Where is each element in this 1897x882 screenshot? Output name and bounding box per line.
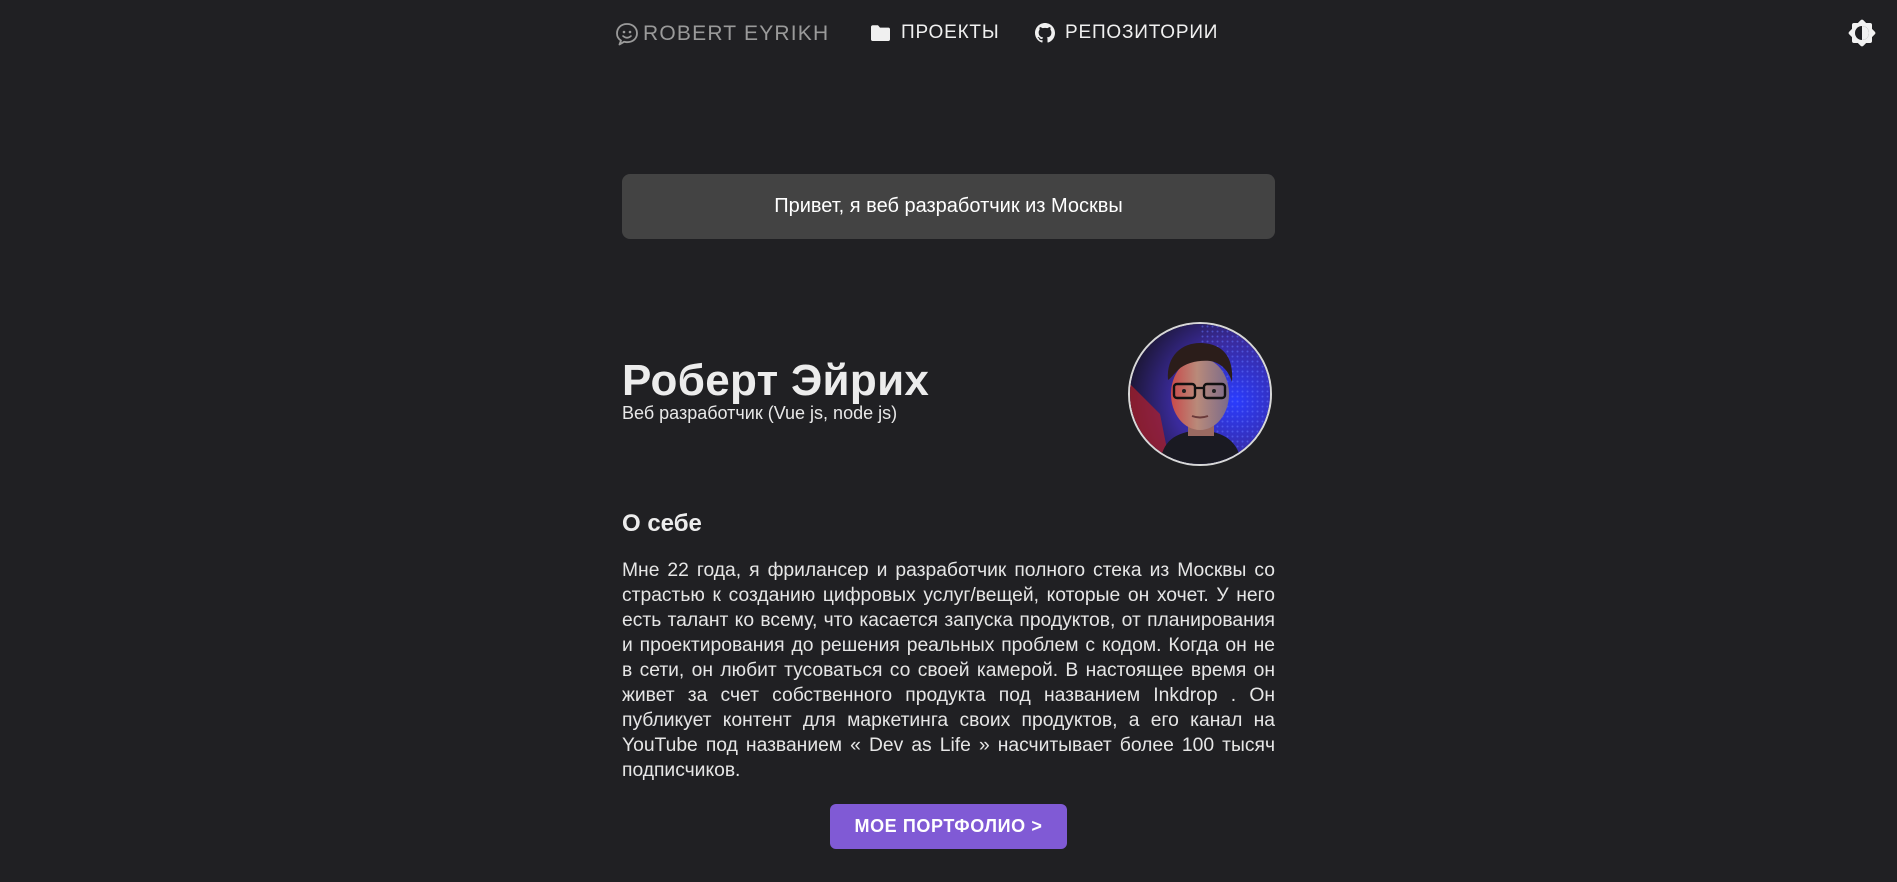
profile-name: Роберт Эйрих [622,356,930,405]
portfolio-button[interactable]: МОЕ ПОРТФОЛИО > [830,804,1067,849]
navbar: ROBERT EYRIKH ПРОЕКТЫ РЕПОЗИТОРИИ [0,0,1897,68]
about-title: О себе [622,510,702,537]
nav-link-label: ПРОЕКТЫ [901,22,1000,43]
brand-logo-link[interactable]: ROBERT EYRIKH [613,20,829,48]
smiley-chat-icon [616,23,638,46]
page: ROBERT EYRIKH ПРОЕКТЫ РЕПОЗИТОРИИ Привет… [0,0,1897,882]
about-text: Мне 22 года, я фрилансер и разработчик п… [622,560,1275,781]
brand-name: ROBERT EYRIKH [643,22,830,45]
folder-icon [871,25,890,41]
avatar [1128,322,1272,466]
profile-role: Веб разработчик (Vue js, node js) [622,403,898,423]
theme-toggle-button[interactable] [1847,18,1877,48]
sun-icon [1848,19,1876,47]
greeting-banner: Привет, я веб разработчик из Москвы [622,174,1275,239]
nav-link-projects[interactable]: ПРОЕКТЫ [870,22,999,44]
nav-link-label: РЕПОЗИТОРИИ [1065,22,1219,43]
nav-link-repositories[interactable]: РЕПОЗИТОРИИ [1035,22,1218,44]
github-icon [1035,23,1055,43]
profile-photo [1130,324,1270,464]
